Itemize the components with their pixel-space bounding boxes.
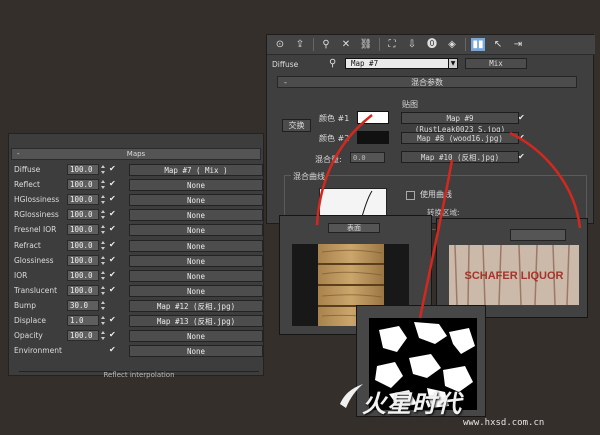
watermark-logo: 火星时代 — [362, 390, 462, 418]
watermark-url: www.hxsd.com.cn — [463, 418, 545, 428]
connector-lines — [315, 114, 582, 319]
